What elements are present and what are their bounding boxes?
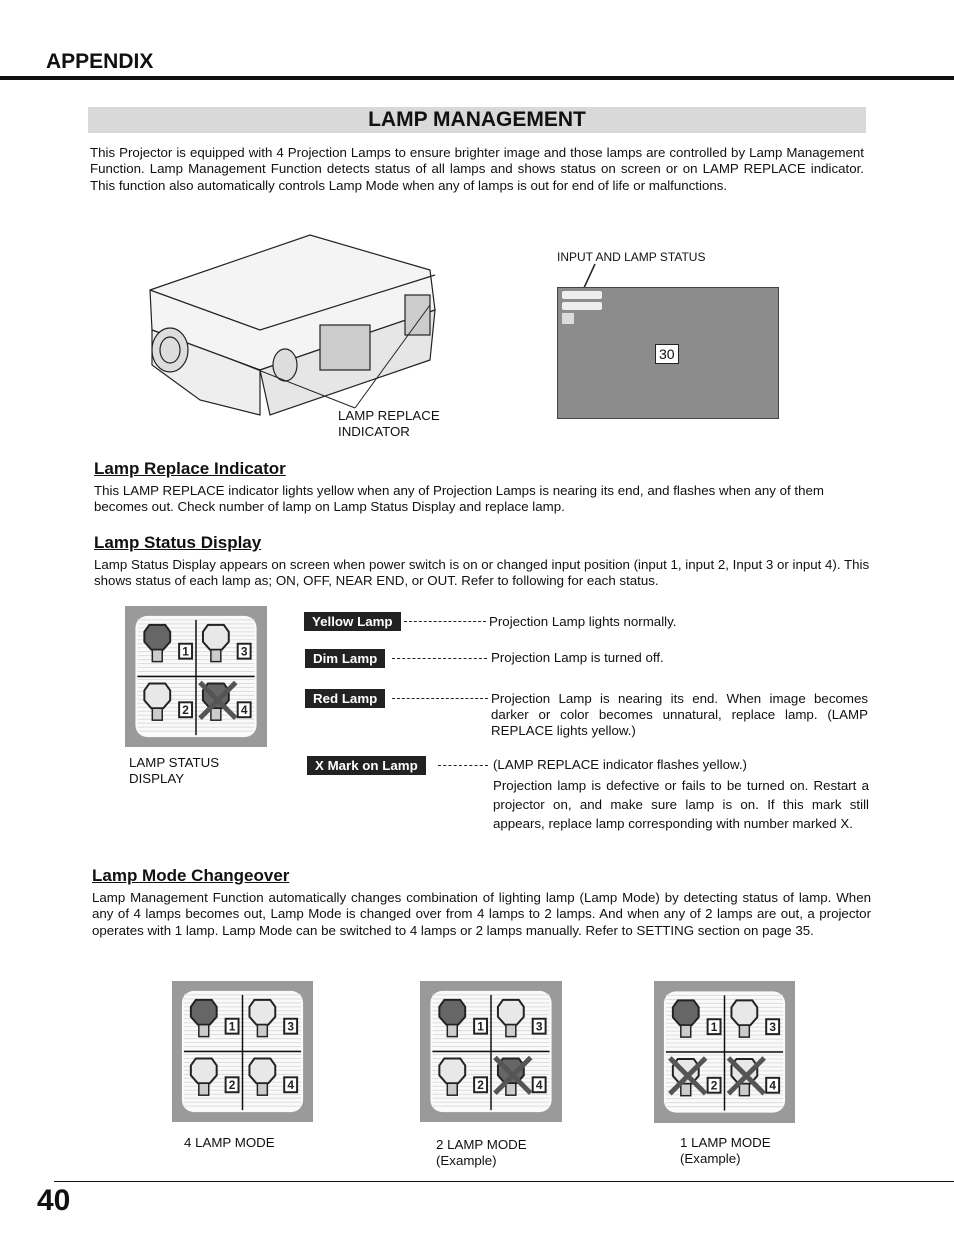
mini-lamp-status — [562, 313, 574, 324]
svg-text:1: 1 — [229, 1020, 236, 1034]
legend-red-lamp: Red Lamp — [305, 689, 386, 708]
svg-text:1: 1 — [182, 645, 189, 659]
svg-text:3: 3 — [769, 1020, 776, 1034]
leader-line — [392, 698, 488, 699]
mode-label-2: 2 LAMP MODE (Example) — [436, 1137, 527, 1169]
svg-text:1: 1 — [477, 1020, 484, 1034]
legend-dim-lamp: Dim Lamp — [305, 649, 386, 668]
one-lamp-mode-panel: 1 3 2 4 — [654, 981, 795, 1123]
svg-text:3: 3 — [241, 645, 248, 659]
mode-label: 4 LAMP MODE — [184, 1135, 275, 1150]
svg-text:4: 4 — [536, 1078, 543, 1092]
svg-text:1: 1 — [711, 1020, 718, 1034]
manual-page: APPENDIX LAMP MANAGEMENT This Projector … — [0, 0, 954, 1235]
label-line: LAMP STATUS — [129, 755, 220, 770]
mode-label-1: 1 LAMP MODE (Example) — [680, 1135, 771, 1167]
lamp-replace-text: This LAMP REPLACE indicator lights yello… — [94, 483, 824, 515]
lamp-status-heading: Lamp Status Display — [94, 533, 262, 552]
projector-illustration — [149, 234, 436, 416]
legend-x-desc: (LAMP REPLACE indicator flashes yellow.) — [493, 757, 747, 772]
lamp-status-text: Lamp Status Display appears on screen wh… — [94, 557, 870, 589]
lamp-status-display-panel: 1 3 2 4 — [125, 606, 267, 747]
page-title: LAMP MANAGEMENT — [88, 107, 866, 133]
input-box — [562, 291, 602, 299]
label-line: LAMP REPLACE — [338, 408, 440, 423]
four-lamp-mode-panel: 1 3 2 4 — [172, 981, 313, 1122]
mode-label: 2 LAMP MODE — [436, 1137, 527, 1152]
svg-text:2: 2 — [229, 1078, 236, 1092]
svg-text:2: 2 — [182, 703, 189, 717]
svg-text:3: 3 — [287, 1020, 294, 1034]
legend-dim-desc: Projection Lamp is turned off. — [491, 650, 664, 665]
legend-yellow-lamp: Yellow Lamp — [304, 612, 401, 631]
mode-label-4: 4 LAMP MODE — [184, 1135, 275, 1151]
legend-x-desc-detail: Projection lamp is defective or fails to… — [493, 778, 869, 831]
section-header: APPENDIX — [46, 50, 154, 73]
mode-sub: (Example) — [436, 1153, 497, 1168]
mode-sub: (Example) — [680, 1151, 741, 1166]
label-line: DISPLAY — [129, 771, 185, 786]
lamp-replace-heading: Lamp Replace Indicator — [94, 459, 286, 478]
leader-line — [438, 765, 488, 766]
svg-text:2: 2 — [477, 1078, 484, 1092]
svg-text:2: 2 — [711, 1079, 718, 1093]
leader-line — [392, 658, 487, 659]
two-lamp-mode-panel: 1 3 2 4 — [420, 981, 562, 1122]
lamp-mode-heading: Lamp Mode Changeover — [92, 866, 290, 885]
lamp-status-display-label: LAMP STATUS DISPLAY — [129, 755, 219, 787]
mode-label: 1 LAMP MODE — [680, 1135, 771, 1150]
leader-line — [404, 621, 486, 622]
page-number: 40 — [37, 1184, 71, 1217]
lamp-mode-text: Lamp Management Function automatically c… — [92, 890, 871, 938]
svg-text:4: 4 — [241, 703, 248, 717]
status-box — [562, 302, 602, 310]
legend-red-desc: Projection Lamp is nearing its end. When… — [491, 691, 868, 738]
intro-paragraph: This Projector is equipped with 4 Projec… — [90, 145, 864, 193]
svg-text:4: 4 — [287, 1078, 294, 1092]
header-rule — [0, 76, 954, 80]
lamp-replace-indicator-label: LAMP REPLACE INDICATOR — [338, 408, 440, 440]
legend-yellow-desc: Projection Lamp lights normally. — [489, 614, 677, 629]
footer-rule — [54, 1181, 954, 1182]
svg-text:4: 4 — [769, 1079, 776, 1093]
screen-display: 30 — [557, 287, 779, 419]
legend-x-mark: X Mark on Lamp — [307, 756, 426, 775]
label-line: INDICATOR — [338, 424, 410, 439]
screen-number: 30 — [655, 344, 679, 364]
svg-text:3: 3 — [536, 1020, 543, 1034]
